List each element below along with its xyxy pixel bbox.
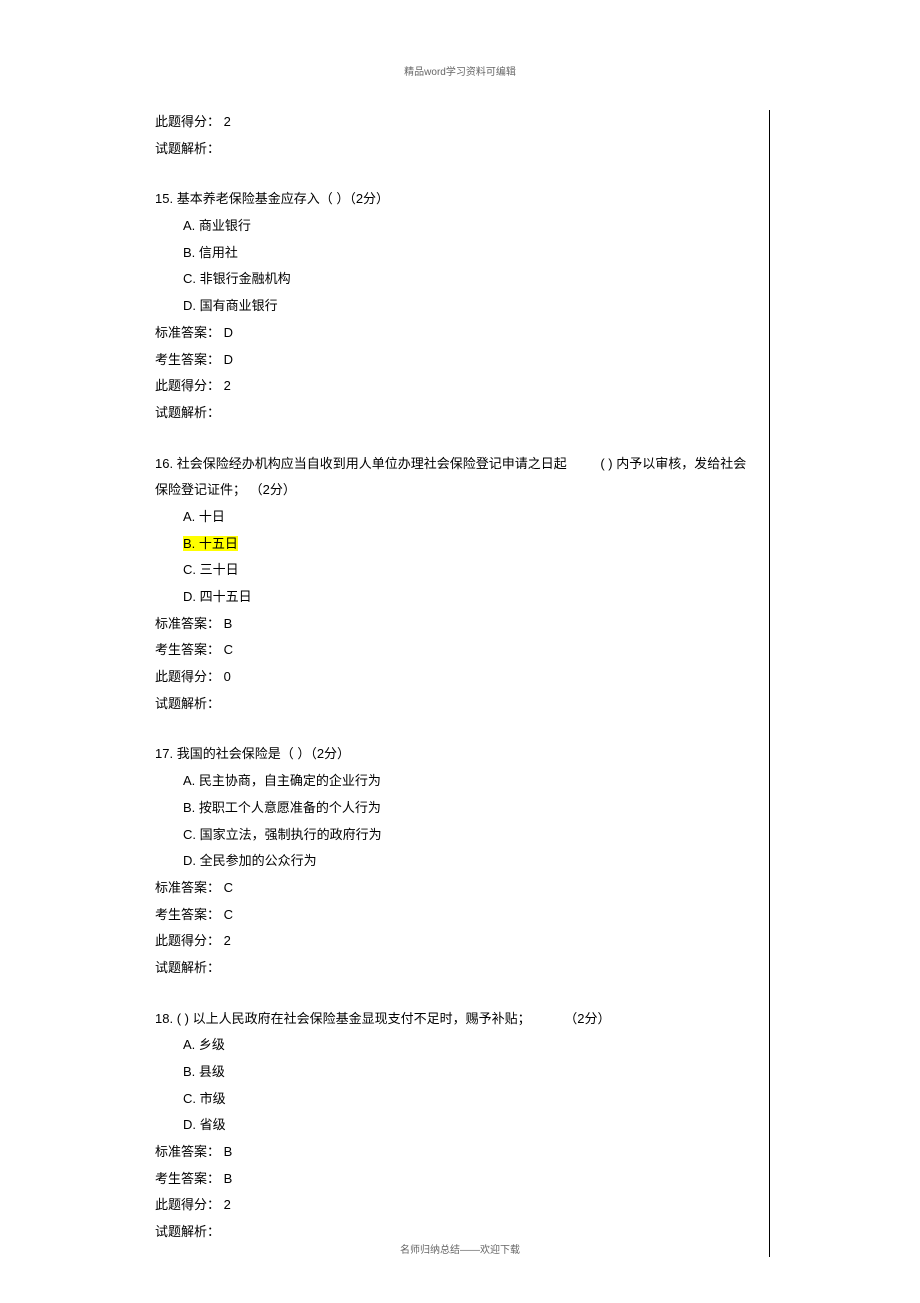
question-number: 17. (155, 746, 173, 761)
content-body: 此题得分： 2 试题解析： 15. 基本养老保险基金应存入（ ）（2分） A. … (155, 110, 769, 1257)
question-text: 基本养老保险基金应存入（ ）（2分） (177, 191, 389, 206)
student-answer: 考生答案： C (155, 903, 759, 928)
student-answer: 考生答案： B (155, 1167, 759, 1192)
page-header: 精品word学习资料可编辑 (0, 63, 920, 82)
score-line: 此题得分： 0 (155, 665, 759, 690)
question-text-p1: ( ) 以上人民政府在社会保险基金显现支付不足时，赐予补贴； (177, 1011, 531, 1026)
option-b: B. 按职工个人意愿准备的个人行为 (155, 796, 759, 821)
option-b: B. 县级 (155, 1060, 759, 1085)
analysis-line: 试题解析： (155, 692, 759, 717)
option-c: C. 国家立法，强制执行的政府行为 (155, 823, 759, 848)
student-answer: 考生答案： D (155, 348, 759, 373)
standard-answer: 标准答案： C (155, 876, 759, 901)
page-footer: 名师归纳总结——欢迎下载 (0, 1241, 920, 1260)
question-text-p2: （2分） (564, 1011, 610, 1026)
standard-answer: 标准答案： B (155, 1140, 759, 1165)
analysis-line: 试题解析： (155, 137, 759, 162)
highlighted-option: B. 十五日 (183, 536, 238, 551)
student-answer: 考生答案： C (155, 638, 759, 663)
question-number: 15. (155, 191, 173, 206)
option-b: B. 十五日 (155, 532, 759, 557)
option-a: A. 十日 (155, 505, 759, 530)
content-frame: 此题得分： 2 试题解析： 15. 基本养老保险基金应存入（ ）（2分） A. … (155, 110, 770, 1257)
option-a: A. 商业银行 (155, 214, 759, 239)
question-number: 18. (155, 1011, 173, 1026)
option-a: A. 乡级 (155, 1033, 759, 1058)
analysis-line: 试题解析： (155, 401, 759, 426)
option-d: D. 国有商业银行 (155, 294, 759, 319)
score-line: 此题得分： 2 (155, 929, 759, 954)
question-15: 15. 基本养老保险基金应存入（ ）（2分） A. 商业银行 B. 信用社 C.… (155, 187, 759, 425)
option-a: A. 民主协商，自主确定的企业行为 (155, 769, 759, 794)
score-line: 此题得分： 2 (155, 110, 759, 135)
analysis-line: 试题解析： (155, 956, 759, 981)
standard-answer: 标准答案： D (155, 321, 759, 346)
standard-answer: 标准答案： B (155, 612, 759, 637)
option-c: C. 三十日 (155, 558, 759, 583)
question-16: 16. 社会保险经办机构应当自收到用人单位办理社会保险登记申请之日起 ( ) 内… (155, 452, 759, 717)
option-d: D. 省级 (155, 1113, 759, 1138)
question-stem: 17. 我国的社会保险是（ ）（2分） (155, 742, 759, 767)
question-number: 16. (155, 456, 173, 471)
question-stem: 16. 社会保险经办机构应当自收到用人单位办理社会保险登记申请之日起 ( ) 内… (155, 452, 759, 477)
option-d: D. 全民参加的公众行为 (155, 849, 759, 874)
question-text-p1: 社会保险经办机构应当自收到用人单位办理社会保险登记申请之日起 (177, 456, 567, 471)
question-stem-line2: 保险登记证件； （2分） (155, 478, 759, 503)
question-stem: 15. 基本养老保险基金应存入（ ）（2分） (155, 187, 759, 212)
question-18: 18. ( ) 以上人民政府在社会保险基金显现支付不足时，赐予补贴； （2分） … (155, 1007, 759, 1245)
option-d: D. 四十五日 (155, 585, 759, 610)
question-17: 17. 我国的社会保险是（ ）（2分） A. 民主协商，自主确定的企业行为 B.… (155, 742, 759, 980)
score-line: 此题得分： 2 (155, 374, 759, 399)
question-text: 我国的社会保险是（ ）（2分） (177, 746, 350, 761)
score-line: 此题得分： 2 (155, 1193, 759, 1218)
option-b: B. 信用社 (155, 241, 759, 266)
option-c: C. 非银行金融机构 (155, 267, 759, 292)
question-text-p2: ( ) 内予以审核，发给社会 (600, 456, 746, 471)
prev-question-tail: 此题得分： 2 试题解析： (155, 110, 759, 161)
question-stem: 18. ( ) 以上人民政府在社会保险基金显现支付不足时，赐予补贴； （2分） (155, 1007, 759, 1032)
option-c: C. 市级 (155, 1087, 759, 1112)
